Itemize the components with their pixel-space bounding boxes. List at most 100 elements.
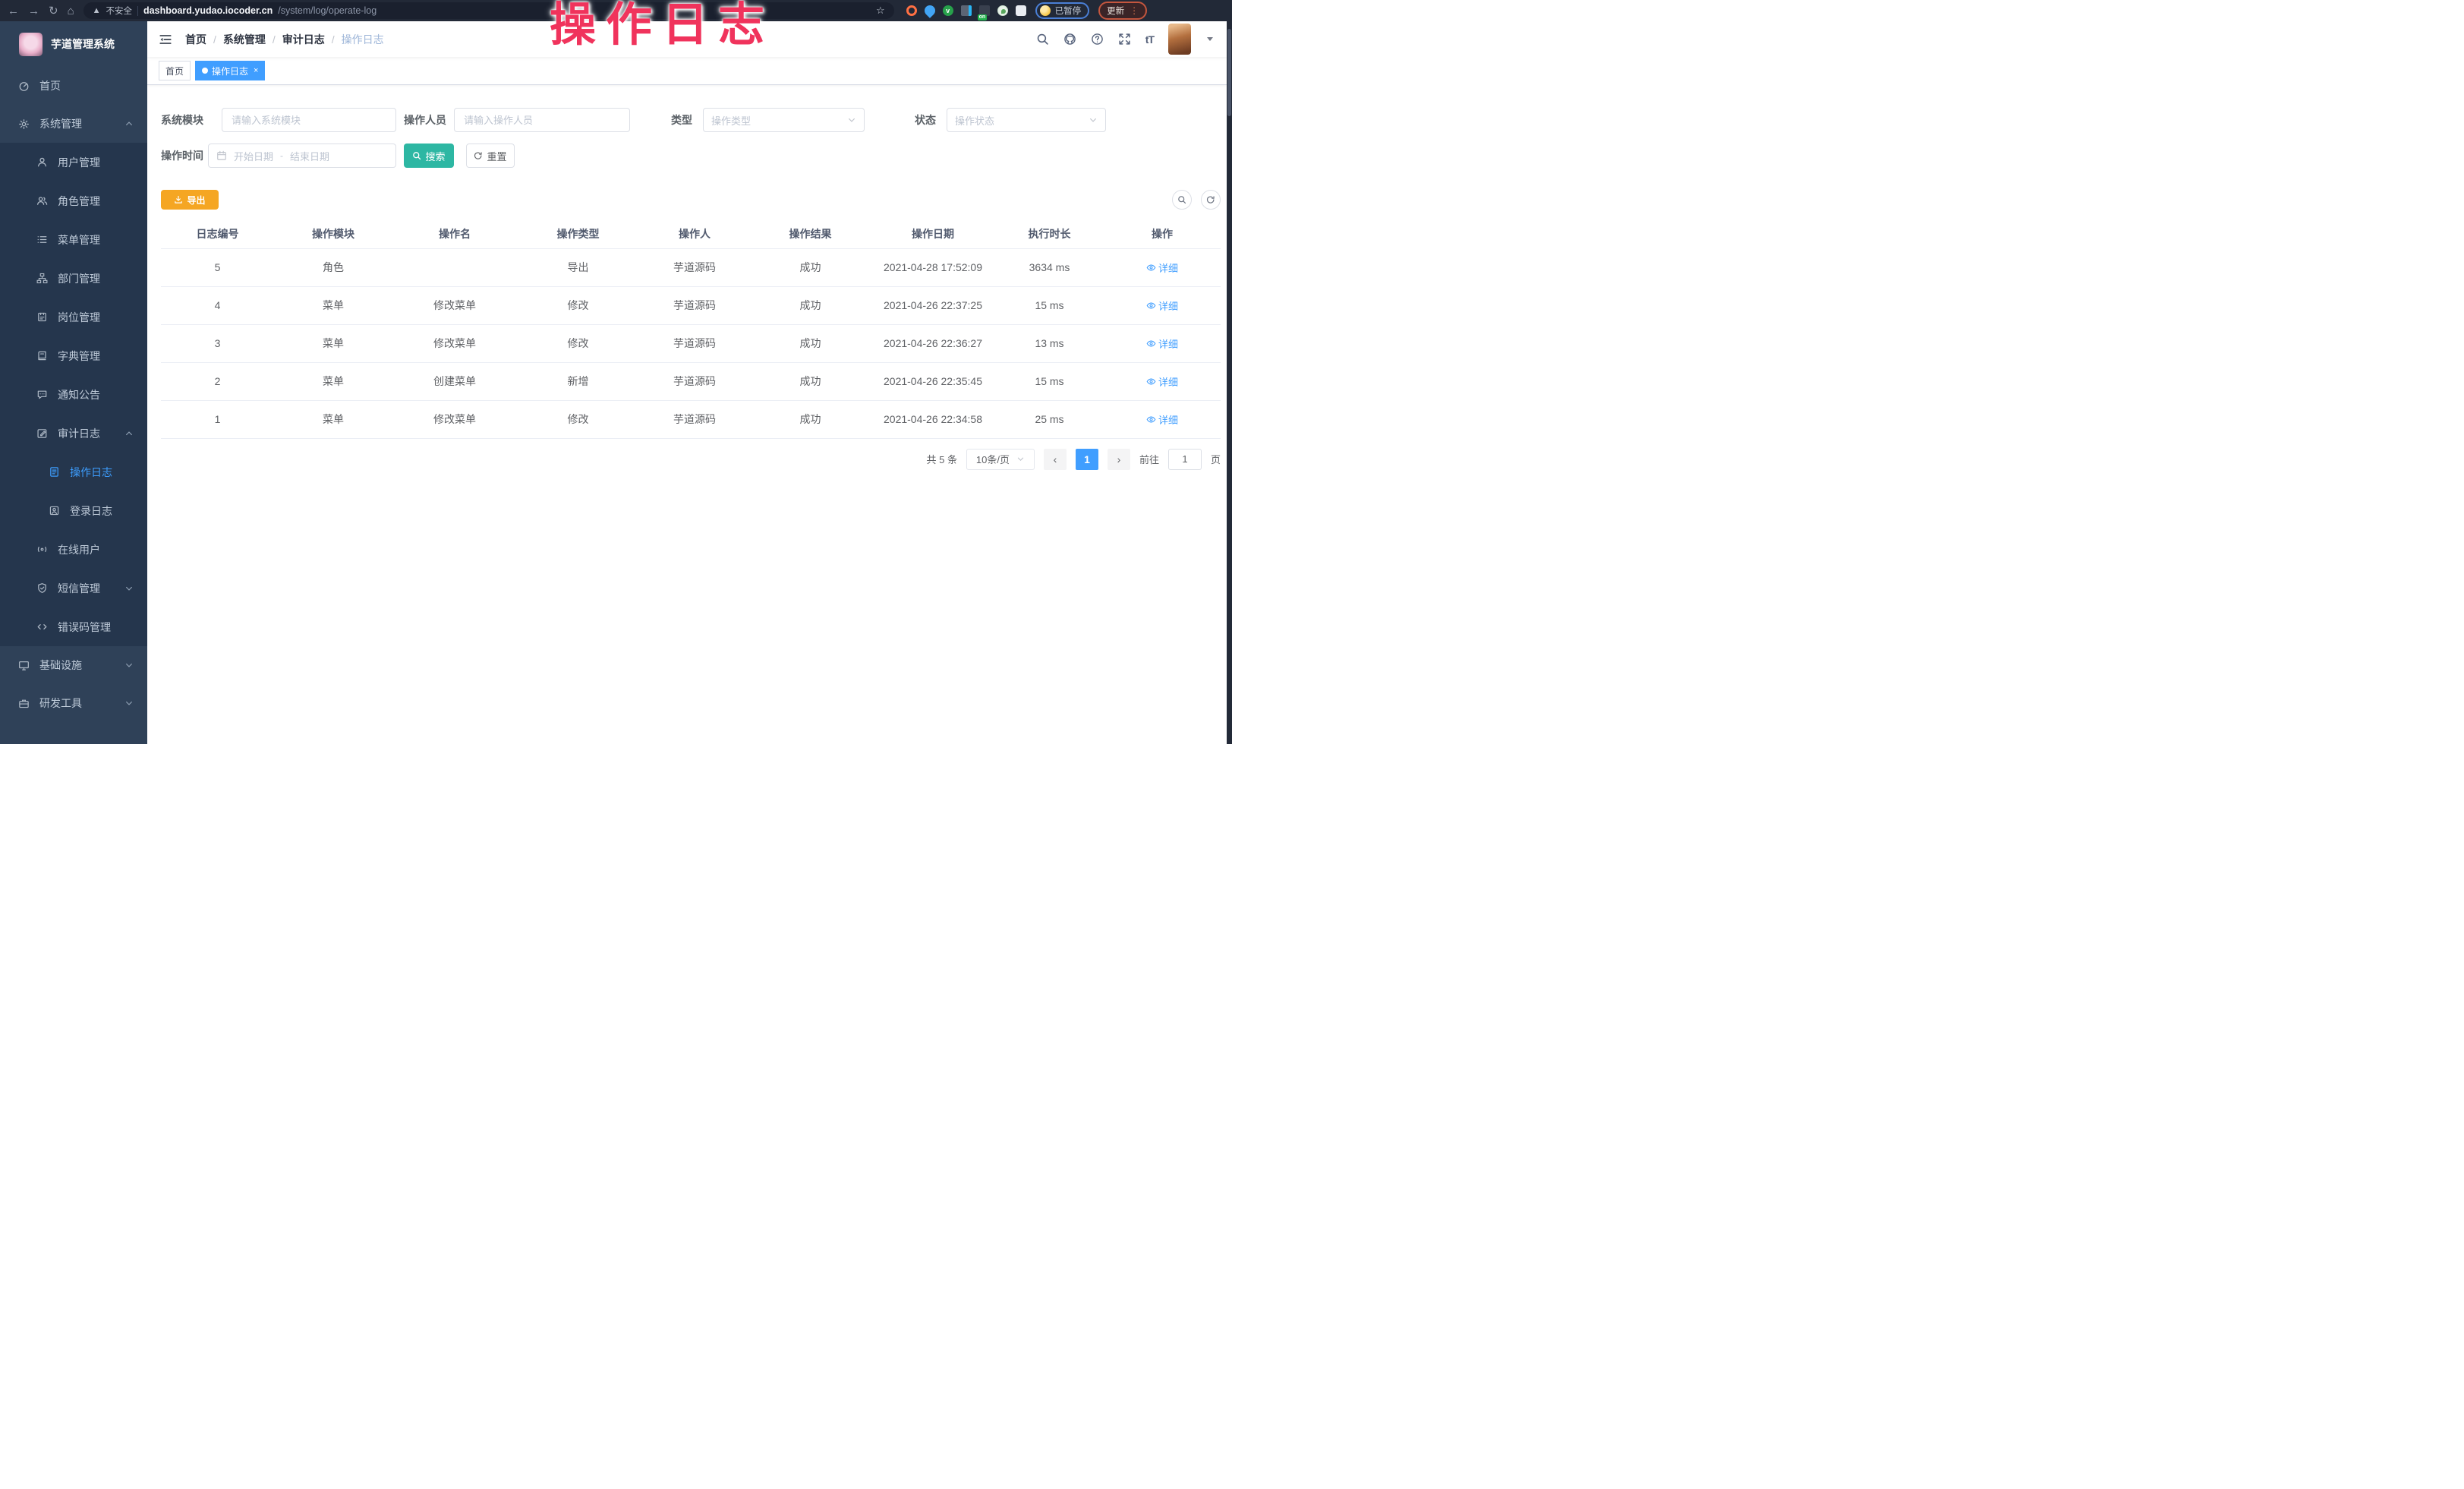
status-select[interactable]: 操作状态 [947,108,1106,132]
sidebar-item-departments[interactable]: 部门管理 [0,259,147,298]
module-input[interactable] [222,108,396,132]
breadcrumb-home[interactable]: 首页 [185,32,206,47]
refresh-icon [1206,195,1215,204]
eye-icon [1146,339,1156,349]
update-button[interactable]: 更新 ⋮ [1098,2,1147,20]
kebab-menu-icon[interactable]: ⋮ [1130,6,1139,15]
refresh-table-button[interactable] [1201,190,1221,210]
font-size-icon[interactable]: tT [1145,33,1154,46]
sidebar: 芋道管理系统 首页 系统管理 用户管理 角色管理 菜单管理 部门管理 岗位管理 [0,21,147,744]
sidebar-item-dict[interactable]: 字典管理 [0,336,147,375]
reload-icon[interactable]: ↻ [49,5,58,17]
security-label[interactable]: 不安全 [106,5,133,17]
sidebar-item-login-log[interactable]: 登录日志 [0,491,147,530]
fullscreen-icon[interactable] [1118,33,1131,46]
detail-link[interactable]: 详细 [1146,298,1178,313]
tag-operate-log[interactable]: 操作日志 × [195,61,265,80]
calendar-icon [216,150,227,161]
detail-link[interactable]: 详细 [1146,412,1178,427]
col-duration: 执行时长 [995,220,1104,248]
github-icon[interactable] [1063,33,1076,46]
extension-columns-icon[interactable] [961,5,972,16]
operator-label: 操作人员 [404,112,454,128]
sidebar-item-menus[interactable]: 菜单管理 [0,220,147,259]
dict-icon [36,350,48,361]
detail-link[interactable]: 详细 [1146,336,1178,351]
sidebar-item-home[interactable]: 首页 [0,67,147,105]
col-module: 操作模块 [274,220,392,248]
sidebar-toggle-button[interactable] [147,33,184,46]
page-unit-label: 页 [1211,452,1221,466]
sidebar-item-online-users[interactable]: 在线用户 [0,530,147,569]
login-log-icon [49,505,60,516]
goto-page-input[interactable] [1168,449,1202,470]
date-range-picker[interactable]: 开始日期 - 结束日期 [208,144,396,168]
sidebar-item-infrastructure[interactable]: 基础设施 [0,646,147,684]
help-icon[interactable] [1091,33,1104,46]
operator-input[interactable] [454,108,630,132]
table-header-row: 日志编号 操作模块 操作名 操作类型 操作人 操作结果 操作日期 执行时长 操作 [161,220,1221,248]
show-search-button[interactable] [1172,190,1192,210]
type-select[interactable]: 操作类型 [703,108,865,132]
table-row: 4菜单 修改菜单修改 芋道源码成功 2021-04-26 22:37:2515 … [161,286,1221,324]
table-row: 5角色 导出 芋道源码成功 2021-04-28 17:52:093634 ms… [161,248,1221,286]
sidebar-item-notice[interactable]: 通知公告 [0,375,147,414]
page-size-select[interactable]: 10条/页 [966,449,1035,470]
extension-donut-icon[interactable] [906,5,917,16]
search-icon [1177,195,1186,204]
message-icon [36,389,48,400]
sidebar-item-sms[interactable]: 短信管理 [0,569,147,607]
total-count: 共 5 条 [927,452,957,466]
sidebar-item-system[interactable]: 系统管理 [0,105,147,143]
operate-log-table: 日志编号 操作模块 操作名 操作类型 操作人 操作结果 操作日期 执行时长 操作… [161,220,1221,439]
close-icon[interactable]: × [254,66,258,75]
eye-icon [1146,301,1156,311]
sidebar-item-roles[interactable]: 角色管理 [0,181,147,220]
detail-link[interactable]: 详细 [1146,374,1178,389]
bookmark-star-icon[interactable]: ☆ [876,5,885,17]
end-date-placeholder: 结束日期 [290,149,329,163]
back-icon[interactable]: ← [8,5,19,17]
extension-v-icon[interactable]: v [943,5,953,16]
breadcrumb-audit[interactable]: 审计日志 [282,32,325,47]
sidebar-item-audit-log[interactable]: 审计日志 [0,414,147,453]
sidebar-item-error-code[interactable]: 错误码管理 [0,607,147,646]
col-date: 操作日期 [871,220,995,248]
search-button[interactable]: 搜索 [404,144,454,168]
next-page-button[interactable]: › [1108,449,1130,470]
reset-button[interactable]: 重置 [466,144,515,168]
menu-list-icon [36,234,48,245]
forward-icon[interactable]: → [28,5,39,17]
window-scrollbar[interactable] [1227,21,1232,744]
tag-home[interactable]: 首页 [159,61,191,80]
extension-drop-icon[interactable] [922,3,937,18]
extension-leaf-icon[interactable] [997,5,1008,16]
extensions-row: v on [906,5,1026,16]
module-label: 系统模块 [161,112,222,128]
dashboard-icon [18,80,30,92]
breadcrumb-system[interactable]: 系统管理 [223,32,266,47]
extension-switch-icon[interactable]: on [979,5,990,16]
avatar[interactable] [1168,24,1191,55]
sidebar-logo[interactable]: 芋道管理系统 [0,21,147,67]
warning-icon: ▲ [93,6,101,15]
goto-label: 前往 [1139,452,1159,466]
start-date-placeholder: 开始日期 [234,149,273,163]
prev-page-button[interactable]: ‹ [1044,449,1067,470]
sidebar-item-dev-tools[interactable]: 研发工具 [0,684,147,722]
home-icon[interactable]: ⌂ [68,5,74,17]
scrollbar-thumb[interactable] [1227,29,1231,116]
export-button[interactable]: 导出 [161,190,219,210]
navbar-actions: tT [1036,24,1227,55]
system-submenu: 用户管理 角色管理 菜单管理 部门管理 岗位管理 字典管理 通知公告 审计日志 [0,143,147,646]
search-icon[interactable] [1036,33,1049,46]
page-1-button[interactable]: 1 [1076,449,1098,470]
detail-link[interactable]: 详细 [1146,260,1178,275]
url-host: dashboard.yudao.iocoder.cn [143,5,273,16]
sidebar-item-users[interactable]: 用户管理 [0,143,147,181]
extensions-puzzle-icon[interactable] [1016,5,1026,16]
paused-badge[interactable]: 已暂停 [1035,2,1090,19]
sidebar-item-operate-log[interactable]: 操作日志 [0,453,147,491]
sidebar-item-posts[interactable]: 岗位管理 [0,298,147,336]
caret-down-icon[interactable] [1207,37,1213,41]
